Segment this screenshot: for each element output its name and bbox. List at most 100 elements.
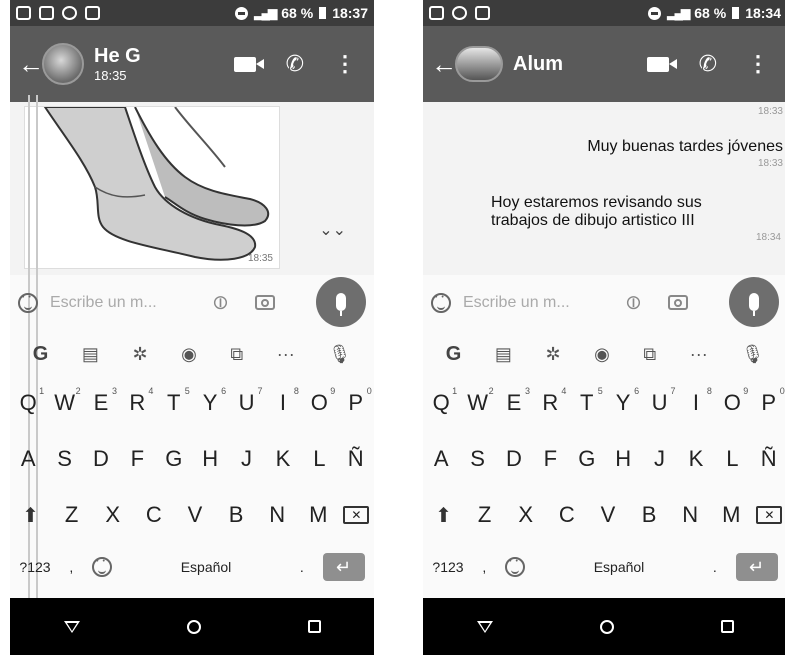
scroll-down-icon[interactable]: ⌄⌄ — [319, 220, 346, 240]
key[interactable]: U7 — [644, 386, 676, 416]
key[interactable]: N — [261, 502, 293, 528]
emoji-icon[interactable] — [18, 292, 38, 313]
phone-call-icon[interactable]: ✆ — [699, 53, 717, 75]
key[interactable]: R4 — [121, 386, 153, 416]
key[interactable]: Z — [56, 502, 88, 528]
key[interactable]: I8 — [267, 386, 299, 416]
key[interactable]: H — [607, 446, 639, 472]
key[interactable]: B — [220, 502, 252, 528]
space-key[interactable]: Español — [544, 559, 694, 575]
symbols-key[interactable]: ?123 — [19, 559, 50, 575]
g-icon[interactable]: G — [33, 343, 49, 366]
palette-icon[interactable]: ◉ — [594, 344, 610, 365]
key[interactable]: U7 — [231, 386, 263, 416]
more-vert-icon[interactable]: ⋮ — [334, 53, 356, 75]
message-input[interactable]: Escribe un m... — [463, 294, 613, 312]
chat-title[interactable]: Alum — [513, 53, 563, 76]
message-bubble[interactable]: 18:33 — [758, 104, 783, 117]
key[interactable]: V — [179, 502, 211, 528]
key[interactable]: O9 — [303, 386, 336, 416]
key[interactable]: A — [425, 446, 457, 472]
key[interactable]: Q1 — [425, 386, 458, 416]
attach-icon[interactable]: ⊘ — [206, 288, 236, 318]
attach-icon[interactable]: ⊘ — [619, 288, 649, 318]
key[interactable]: G — [158, 446, 190, 472]
key[interactable]: H — [194, 446, 226, 472]
key[interactable]: W2 — [462, 386, 493, 416]
key[interactable]: W2 — [49, 386, 80, 416]
key[interactable]: K — [267, 446, 299, 472]
nav-home-icon[interactable] — [186, 619, 201, 634]
key[interactable]: S — [49, 446, 81, 472]
space-key[interactable]: Español — [131, 559, 281, 575]
nav-home-icon[interactable] — [599, 619, 614, 634]
key[interactable]: R4 — [534, 386, 566, 416]
key[interactable]: Y6 — [194, 386, 226, 416]
message-list[interactable]: 18:35 ⌄⌄ — [10, 102, 374, 275]
key[interactable]: S — [462, 446, 494, 472]
phone-call-icon[interactable]: ✆ — [286, 53, 304, 75]
key[interactable]: I8 — [680, 386, 712, 416]
period-key[interactable]: . — [300, 559, 304, 575]
message-bubble[interactable]: Hoy estaremos revisando sus trabajos de … — [491, 194, 781, 243]
mic-icon[interactable]: 🎙︎ — [328, 344, 351, 365]
key[interactable]: P0 — [753, 386, 784, 416]
comma-key[interactable]: , — [69, 559, 73, 575]
avatar[interactable] — [42, 43, 84, 85]
key[interactable]: A — [12, 446, 44, 472]
shift-icon[interactable]: ⬆ — [428, 503, 460, 528]
key[interactable]: N — [674, 502, 706, 528]
key[interactable]: L — [303, 446, 335, 472]
settings-icon[interactable]: ✲ — [545, 344, 560, 365]
settings-icon[interactable]: ✲ — [132, 344, 147, 365]
resize-icon[interactable]: ⧉ — [643, 344, 656, 365]
message-input[interactable]: Escribe un m... — [50, 294, 200, 312]
more-vert-icon[interactable]: ⋮ — [747, 53, 769, 75]
nav-recents-icon[interactable] — [720, 620, 734, 633]
key[interactable]: V — [592, 502, 624, 528]
key[interactable]: F — [534, 446, 566, 472]
palette-icon[interactable]: ◉ — [181, 344, 197, 365]
key[interactable]: B — [633, 502, 665, 528]
voice-record-button[interactable] — [316, 277, 366, 327]
key[interactable]: M — [715, 502, 747, 528]
key[interactable]: E3 — [85, 386, 117, 416]
key[interactable]: T5 — [571, 386, 603, 416]
resize-icon[interactable]: ⧉ — [230, 344, 243, 365]
key[interactable]: P0 — [340, 386, 371, 416]
key[interactable]: D — [85, 446, 117, 472]
key[interactable]: Ñ — [340, 446, 372, 472]
nav-back-icon[interactable] — [63, 620, 80, 633]
voice-record-button[interactable] — [729, 277, 779, 327]
backspace-icon[interactable]: ✕ — [343, 506, 370, 524]
key[interactable]: K — [680, 446, 712, 472]
key[interactable]: Ñ — [753, 446, 785, 472]
key[interactable]: Y6 — [607, 386, 639, 416]
clipboard-icon[interactable]: ▤ — [82, 344, 99, 365]
message-list[interactable]: 18:33 Muy buenas tardes jóvenes 18:33 Ho… — [423, 102, 785, 275]
back-arrow-icon[interactable]: ← — [431, 49, 457, 80]
camera-icon[interactable] — [254, 295, 275, 310]
key[interactable]: X — [97, 502, 129, 528]
more-icon[interactable]: ··· — [277, 344, 295, 365]
key[interactable]: T5 — [158, 386, 190, 416]
backspace-icon[interactable]: ✕ — [756, 506, 783, 524]
period-key[interactable]: . — [713, 559, 717, 575]
image-message[interactable]: 18:35 — [24, 106, 280, 269]
g-icon[interactable]: G — [446, 343, 462, 366]
key[interactable]: J — [644, 446, 676, 472]
key[interactable]: M — [302, 502, 334, 528]
message-bubble[interactable]: Muy buenas tardes jóvenes 18:33 — [587, 138, 783, 169]
video-call-icon[interactable] — [646, 56, 677, 72]
back-arrow-icon[interactable]: ← — [18, 49, 44, 80]
key[interactable]: L — [716, 446, 748, 472]
video-call-icon[interactable] — [233, 56, 264, 72]
avatar[interactable] — [455, 46, 503, 82]
shift-icon[interactable]: ⬆ — [15, 503, 47, 528]
clipboard-icon[interactable]: ▤ — [495, 344, 512, 365]
enter-key-icon[interactable]: ↵ — [322, 553, 365, 581]
key[interactable]: G — [571, 446, 603, 472]
key[interactable]: F — [121, 446, 153, 472]
enter-key-icon[interactable]: ↵ — [735, 553, 778, 581]
key[interactable]: X — [510, 502, 542, 528]
